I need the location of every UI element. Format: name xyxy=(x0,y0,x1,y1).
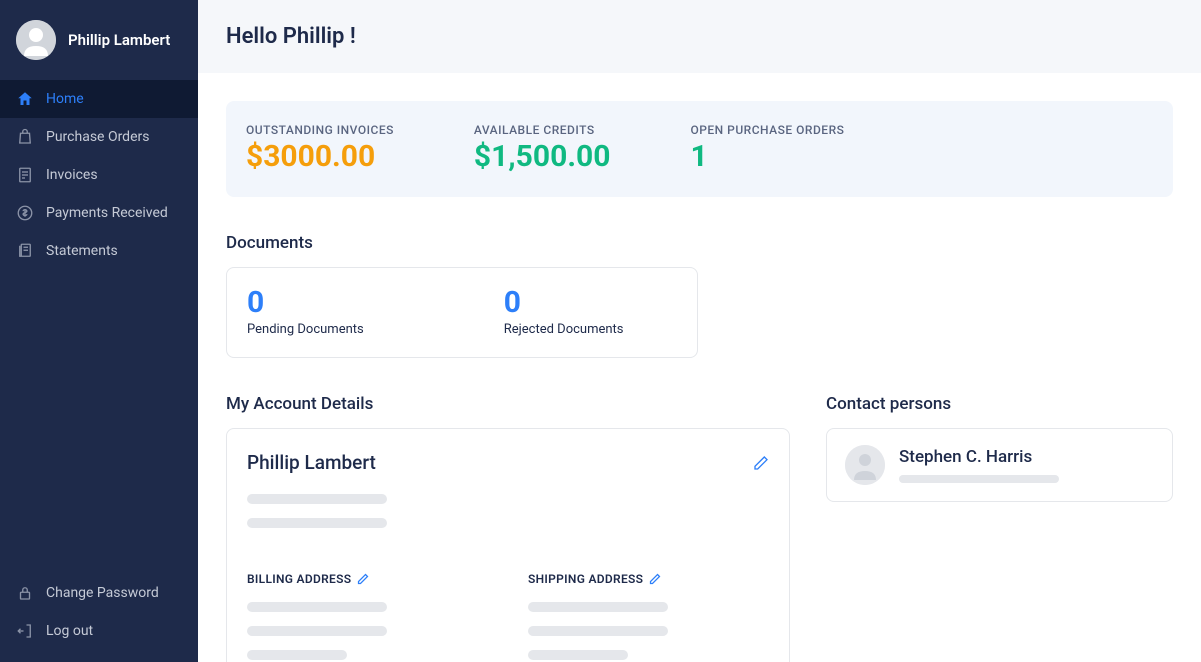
edit-account-button[interactable] xyxy=(753,455,769,471)
rejected-documents[interactable]: 0 Rejected Documents xyxy=(504,288,624,337)
lock-icon xyxy=(16,584,34,602)
user-avatar xyxy=(16,20,56,60)
stat-open-purchase-orders: OPEN PURCHASE ORDERS 1 xyxy=(690,123,844,175)
user-header: Phillip Lambert xyxy=(0,0,198,80)
avatar-icon xyxy=(845,445,885,485)
billing-address: BILLING ADDRESS xyxy=(247,568,488,662)
contacts-title: Contact persons xyxy=(826,394,1173,414)
edit-billing-button[interactable] xyxy=(357,573,369,585)
placeholder-line xyxy=(247,626,387,636)
placeholder-line xyxy=(247,602,387,612)
logout-icon xyxy=(16,622,34,640)
placeholder-line xyxy=(528,626,668,636)
stat-outstanding-invoices: OUTSTANDING INVOICES $3000.00 xyxy=(246,123,394,175)
home-icon xyxy=(16,90,34,108)
stat-available-credits: AVAILABLE CREDITS $1,500.00 xyxy=(474,123,611,175)
account-name: Phillip Lambert xyxy=(247,451,376,474)
nav-label: Payments Received xyxy=(46,205,168,221)
nav-invoices[interactable]: Invoices xyxy=(0,156,198,194)
pencil-icon xyxy=(753,455,769,471)
nav-label: Statements xyxy=(46,243,118,259)
placeholder-line xyxy=(528,602,668,612)
doc-label: Rejected Documents xyxy=(504,322,624,337)
stat-label: OPEN PURCHASE ORDERS xyxy=(690,123,844,137)
invoice-icon xyxy=(16,166,34,184)
nav-label: Purchase Orders xyxy=(46,129,149,145)
nav-label: Home xyxy=(46,91,84,107)
two-column-layout: My Account Details Phillip Lambert xyxy=(226,394,1173,662)
bag-icon xyxy=(16,128,34,146)
pencil-icon xyxy=(357,573,369,585)
main-content: Hello Phillip ! OUTSTANDING INVOICES $30… xyxy=(198,0,1201,662)
contact-info: Stephen C. Harris xyxy=(899,447,1059,483)
nav-label: Invoices xyxy=(46,167,98,183)
nav-change-password[interactable]: Change Password xyxy=(0,574,198,612)
nav-home[interactable]: Home xyxy=(0,80,198,118)
doc-label: Pending Documents xyxy=(247,322,364,337)
page-header: Hello Phillip ! xyxy=(198,0,1201,73)
addresses: BILLING ADDRESS xyxy=(247,568,769,662)
stat-value: $1,500.00 xyxy=(474,139,611,175)
greeting: Hello Phillip ! xyxy=(226,24,1173,49)
statements-icon xyxy=(16,242,34,260)
account-title: My Account Details xyxy=(226,394,790,414)
user-name: Phillip Lambert xyxy=(68,31,170,49)
nav-payments-received[interactable]: Payments Received xyxy=(0,194,198,232)
bottom-nav: Change Password Log out xyxy=(0,574,198,662)
contact-name: Stephen C. Harris xyxy=(899,447,1059,467)
account-card: Phillip Lambert BILLING ADDRESS xyxy=(226,428,790,662)
stat-label: AVAILABLE CREDITS xyxy=(474,123,611,137)
edit-shipping-button[interactable] xyxy=(649,573,661,585)
stats-card: OUTSTANDING INVOICES $3000.00 AVAILABLE … xyxy=(226,101,1173,197)
contact-avatar xyxy=(845,445,885,485)
shipping-label: SHIPPING ADDRESS xyxy=(528,572,643,586)
nav-logout[interactable]: Log out xyxy=(0,612,198,650)
main-nav: Home Purchase Orders Invoices Payments R… xyxy=(0,80,198,574)
placeholder-line xyxy=(899,475,1059,483)
account-header: Phillip Lambert xyxy=(247,451,769,474)
contact-card[interactable]: Stephen C. Harris xyxy=(826,428,1173,502)
contacts-column: Contact persons Stephen C. Harris xyxy=(826,394,1173,662)
billing-label-row: BILLING ADDRESS xyxy=(247,572,369,586)
sidebar: Phillip Lambert Home Purchase Orders In xyxy=(0,0,198,662)
stat-value: 1 xyxy=(690,139,844,175)
documents-card: 0 Pending Documents 0 Rejected Documents xyxy=(226,267,698,358)
documents-title: Documents xyxy=(226,233,1173,253)
nav-label: Change Password xyxy=(46,585,159,601)
nav-label: Log out xyxy=(46,623,93,639)
placeholder-line xyxy=(528,650,628,660)
placeholder-line xyxy=(247,494,387,504)
stat-label: OUTSTANDING INVOICES xyxy=(246,123,394,137)
dollar-icon xyxy=(16,204,34,222)
placeholder-line xyxy=(247,518,387,528)
nav-statements[interactable]: Statements xyxy=(0,232,198,270)
placeholder-line xyxy=(247,650,347,660)
doc-count: 0 xyxy=(504,288,624,318)
doc-count: 0 xyxy=(247,288,364,318)
pending-documents[interactable]: 0 Pending Documents xyxy=(247,288,364,337)
stat-value: $3000.00 xyxy=(246,139,394,175)
shipping-address: SHIPPING ADDRESS xyxy=(528,568,769,662)
account-column: My Account Details Phillip Lambert xyxy=(226,394,790,662)
content: OUTSTANDING INVOICES $3000.00 AVAILABLE … xyxy=(198,101,1201,662)
shipping-label-row: SHIPPING ADDRESS xyxy=(528,572,661,586)
billing-label: BILLING ADDRESS xyxy=(247,572,351,586)
nav-purchase-orders[interactable]: Purchase Orders xyxy=(0,118,198,156)
avatar-icon xyxy=(16,20,56,60)
pencil-icon xyxy=(649,573,661,585)
